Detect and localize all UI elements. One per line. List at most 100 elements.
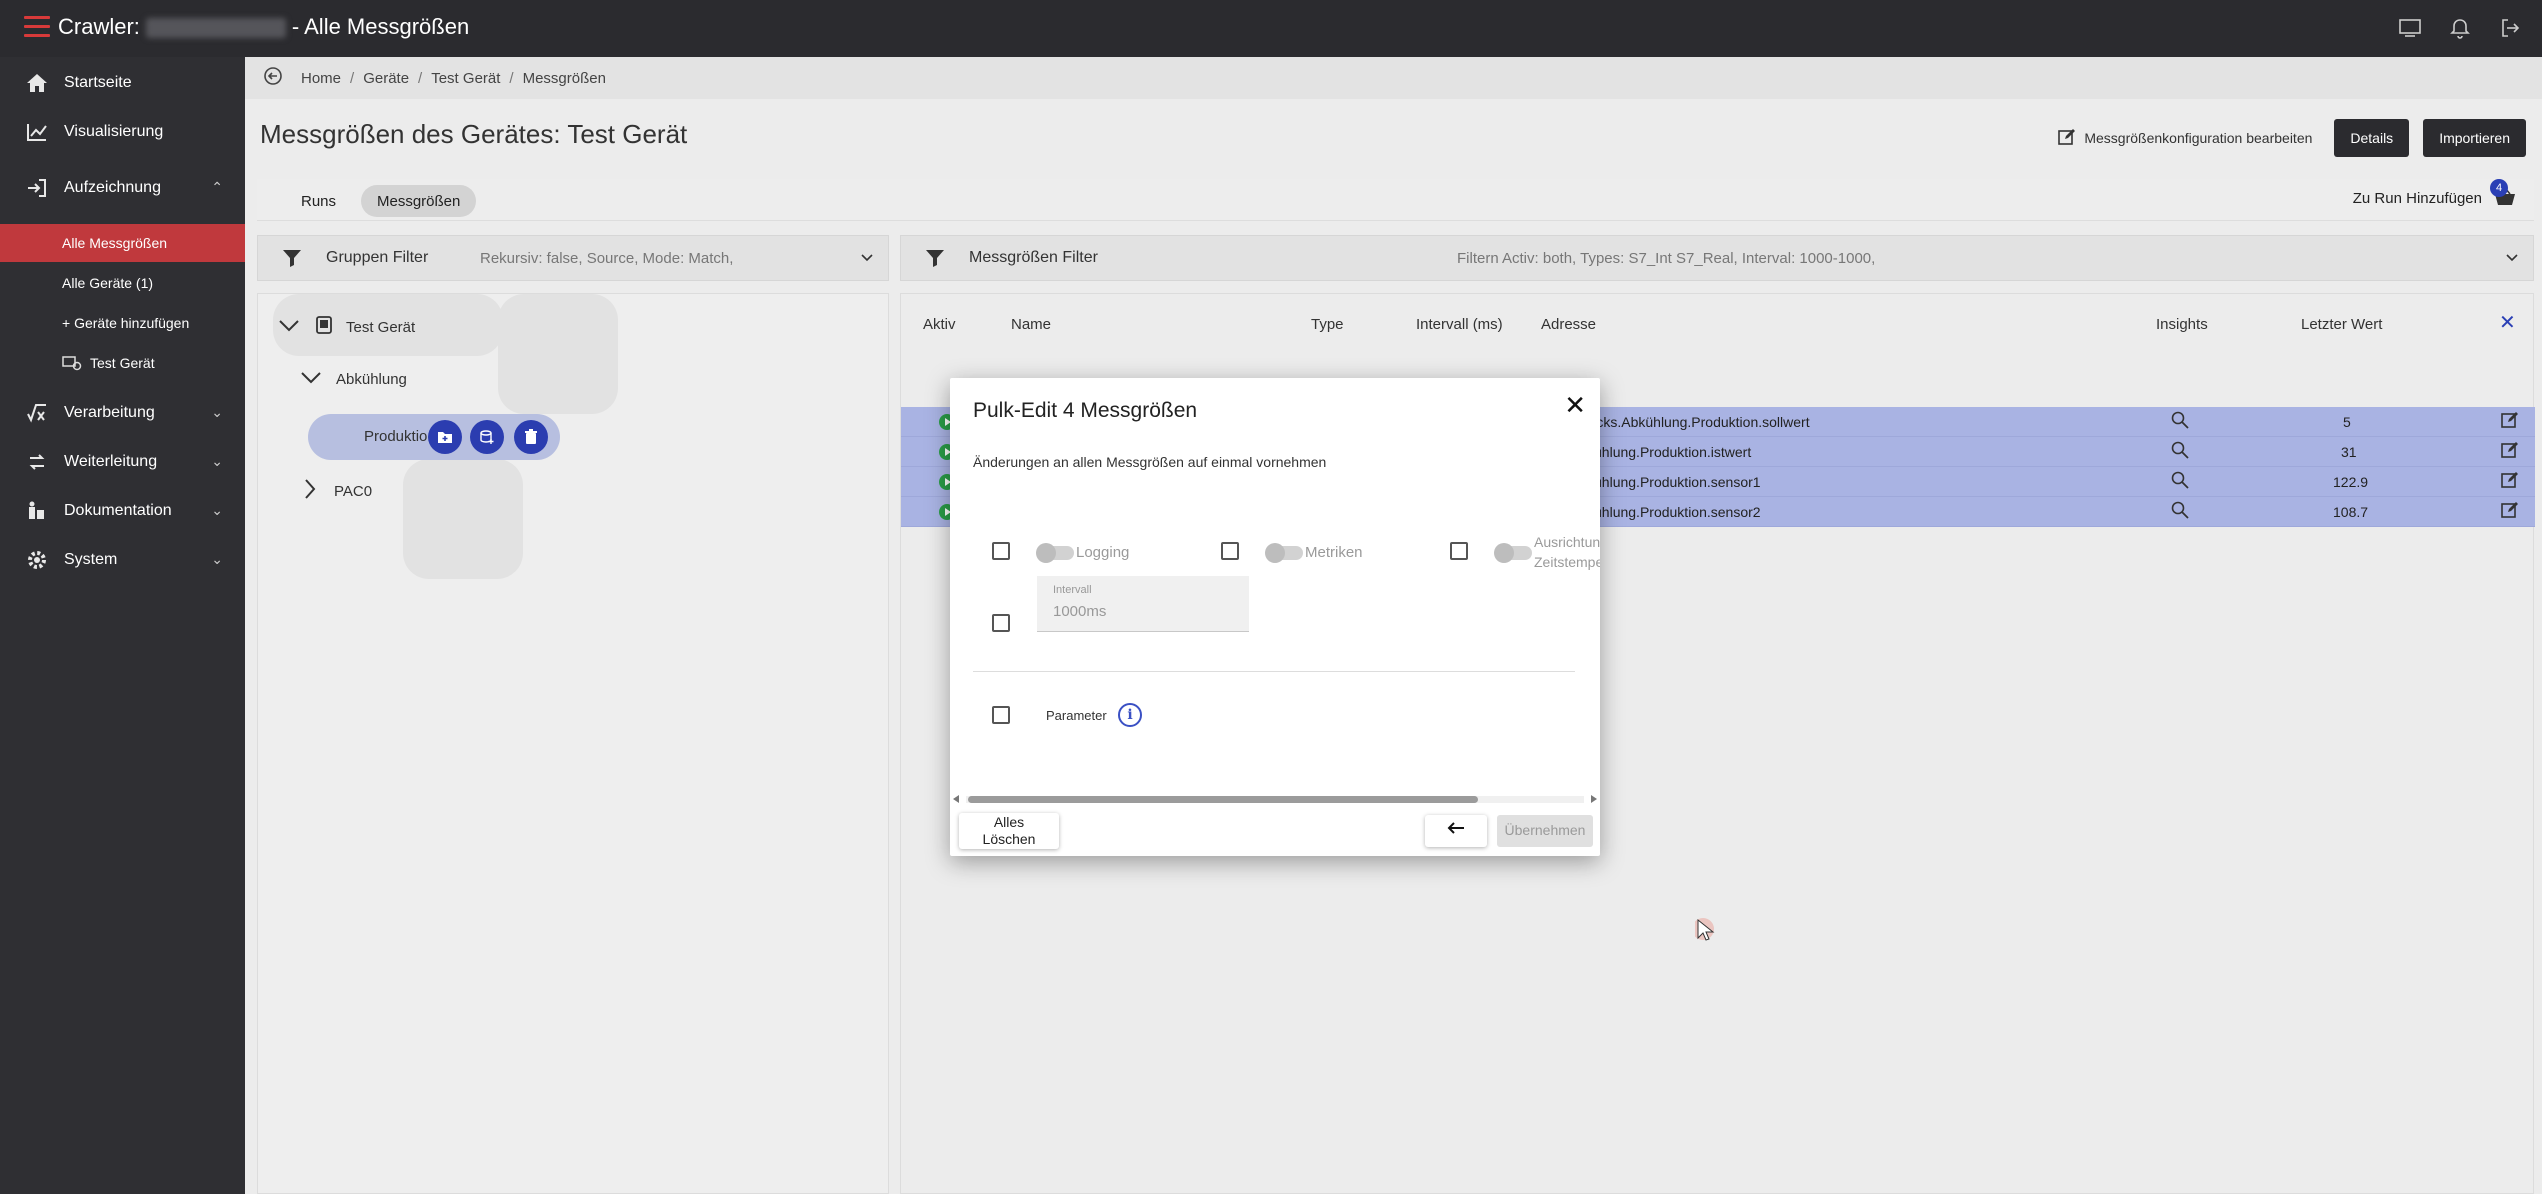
measure-filter-title: Messgrößen Filter — [969, 249, 1098, 266]
gear-icon — [26, 549, 52, 571]
monitor-icon[interactable] — [2398, 16, 2422, 40]
basket-count-badge: 4 — [2490, 179, 2508, 197]
logging-toggle[interactable] — [1036, 543, 1074, 563]
sidebar-subitem-alle-geraete[interactable]: Alle Geräte (1) — [0, 264, 245, 302]
row-value: 108.7 — [2333, 504, 2369, 520]
device-icon — [316, 316, 332, 338]
metrics-checkbox[interactable] — [1221, 542, 1239, 560]
dialog-divider — [973, 671, 1575, 672]
chevron-right-icon[interactable] — [304, 478, 316, 504]
interval-checkbox[interactable] — [992, 614, 1010, 632]
details-button[interactable]: Details — [2334, 119, 2410, 157]
sidebar-item-label: Visualisierung — [64, 122, 164, 140]
col-header-aktiv[interactable]: Aktiv — [923, 316, 956, 333]
clear-all-label-line1: Alles — [993, 813, 1025, 830]
alignment-toggle[interactable] — [1494, 543, 1532, 563]
col-header-adresse[interactable]: Adresse — [1541, 316, 1596, 333]
search-icon[interactable] — [2171, 501, 2189, 522]
sidebar-item-system[interactable]: System ⌄ — [0, 537, 245, 582]
row-value: 122.9 — [2333, 474, 2369, 490]
sidebar-subitem-alle-messgroessen[interactable]: Alle Messgrößen — [0, 224, 245, 262]
page-title: Messgrößen des Gerätes: Test Gerät — [260, 119, 688, 149]
tab-runs[interactable]: Runs — [285, 185, 352, 217]
info-icon[interactable]: i — [1118, 703, 1142, 727]
close-icon[interactable]: ✕ — [2499, 310, 2516, 335]
parameter-checkbox[interactable] — [992, 706, 1010, 724]
row-value: 5 — [2343, 414, 2351, 430]
breadcrumb-geraete[interactable]: Geräte — [363, 70, 409, 87]
sidebar-item-label: Weiterleitung — [64, 452, 158, 470]
chevron-down-icon[interactable] — [300, 370, 322, 388]
chevron-down-icon[interactable] — [278, 318, 300, 336]
edit-icon[interactable] — [2501, 411, 2519, 432]
app-title: Crawler: - Alle Messgrößen — [58, 14, 469, 40]
sidebar-subitem-label: Alle Geräte (1) — [62, 275, 154, 291]
col-header-type[interactable]: Type — [1311, 316, 1344, 333]
sidebar-item-label: Verarbeitung — [64, 403, 155, 421]
tree-item-pac0[interactable]: PAC0 — [304, 478, 372, 504]
interval-field[interactable]: Intervall 1000ms — [1037, 576, 1249, 632]
chevron-down-icon: ⌄ — [211, 404, 223, 420]
sidebar-item-aufzeichnung[interactable]: Aufzeichnung ⌃ — [0, 165, 245, 210]
search-icon[interactable] — [2171, 411, 2189, 432]
sidebar-item-label: Dokumentation — [64, 501, 172, 519]
bell-icon[interactable] — [2448, 16, 2472, 40]
edit-config-button[interactable]: Messgrößenkonfiguration bearbeiten — [2058, 128, 2312, 149]
sidebar-subitem-label: Test Gerät — [90, 355, 155, 371]
chevron-down-icon[interactable] — [2505, 250, 2519, 269]
edit-config-label: Messgrößenkonfiguration bearbeiten — [2084, 130, 2313, 146]
col-header-name[interactable]: Name — [1011, 316, 1051, 333]
add-to-run-button[interactable]: Zu Run Hinzufügen — [2353, 190, 2482, 207]
sidebar-item-dokumentation[interactable]: Dokumentation ⌄ — [0, 488, 245, 533]
sidebar-item-startseite[interactable]: Startseite — [0, 60, 245, 105]
col-header-intervall[interactable]: Intervall (ms) — [1416, 316, 1503, 333]
add-folder-button[interactable] — [428, 420, 462, 454]
tree-item-node[interactable]: Produktio — [308, 414, 560, 460]
back-circle-icon[interactable] — [263, 66, 283, 90]
chart-line-icon — [26, 122, 52, 142]
books-icon — [26, 501, 52, 521]
tree-item-group[interactable]: Abkühlung — [300, 370, 407, 388]
search-icon[interactable] — [2171, 471, 2189, 492]
metrics-toggle[interactable] — [1265, 543, 1303, 563]
horizontal-scrollbar[interactable] — [950, 793, 1600, 805]
tab-messgroessen[interactable]: Messgrößen — [361, 185, 477, 217]
back-button[interactable] — [1425, 815, 1487, 847]
alignment-label-line1: Ausrichtun — [1534, 534, 1600, 550]
breadcrumb-home[interactable]: Home — [301, 70, 341, 87]
scrollbar-thumb[interactable] — [968, 796, 1478, 803]
sidebar-subitem-test-geraet[interactable]: Test Gerät — [0, 344, 245, 382]
tabs-bar: Runs Messgrößen Zu Run Hinzufügen 4 — [257, 179, 2534, 221]
sidebar-subitem-geraete-hinzufuegen[interactable]: + Geräte hinzufügen — [0, 304, 245, 342]
search-icon[interactable] — [2171, 441, 2189, 462]
chevron-down-icon: ⌄ — [211, 502, 223, 518]
delete-button[interactable] — [514, 420, 548, 454]
import-button[interactable]: Importieren — [2423, 119, 2526, 157]
tree-group-label: Abkühlung — [336, 370, 407, 388]
measure-filter-bar[interactable]: Messgrößen Filter Filtern Activ: both, T… — [900, 235, 2534, 281]
chevron-down-icon[interactable] — [860, 250, 874, 269]
clear-all-button[interactable]: Alles Löschen — [959, 813, 1059, 849]
basket-icon[interactable]: 4 — [2490, 179, 2516, 212]
redacted-device-name — [145, 18, 286, 39]
sidebar-item-visualisierung[interactable]: Visualisierung — [0, 109, 245, 154]
col-header-letzter-wert[interactable]: Letzter Wert — [2301, 316, 2382, 333]
edit-icon[interactable] — [2501, 471, 2519, 492]
add-database-button[interactable] — [470, 420, 504, 454]
edit-icon[interactable] — [2501, 501, 2519, 522]
breadcrumb-test-geraet[interactable]: Test Gerät — [431, 70, 500, 87]
sidebar: Startseite Visualisierung Aufzeichnung ⌃… — [0, 57, 245, 1194]
apply-button[interactable]: Übernehmen — [1497, 815, 1593, 847]
scroll-right-icon[interactable] — [1591, 795, 1597, 803]
logging-checkbox[interactable] — [992, 542, 1010, 560]
scroll-left-icon[interactable] — [953, 795, 959, 803]
edit-icon[interactable] — [2501, 441, 2519, 462]
close-icon[interactable]: ✕ — [1564, 390, 1586, 421]
alignment-checkbox[interactable] — [1450, 542, 1468, 560]
group-filter-bar[interactable]: Gruppen Filter Rekursiv: false, Source, … — [257, 235, 889, 281]
menu-icon[interactable] — [24, 16, 50, 38]
sidebar-item-weiterleitung[interactable]: Weiterleitung ⌄ — [0, 439, 245, 484]
logout-icon[interactable] — [2498, 16, 2522, 40]
sidebar-item-verarbeitung[interactable]: Verarbeitung ⌄ — [0, 390, 245, 435]
tree-item-device[interactable]: Test Gerät — [278, 316, 415, 338]
